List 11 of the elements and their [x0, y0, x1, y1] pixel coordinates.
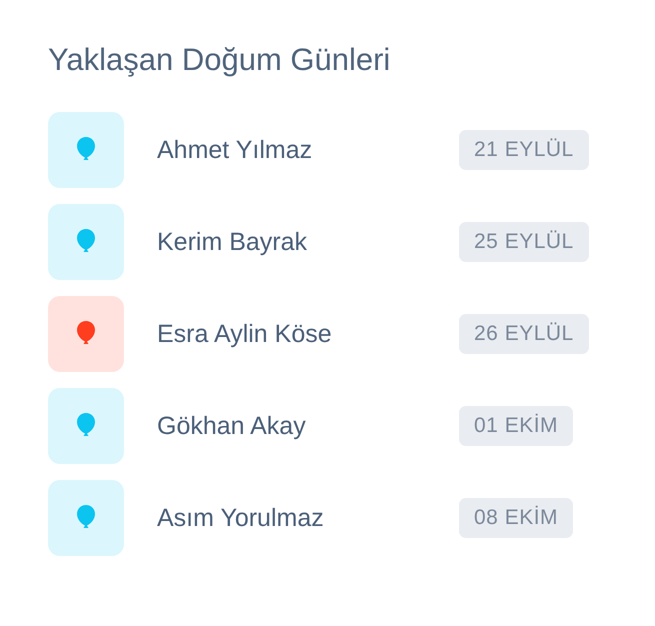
person-name: Kerim Bayrak: [157, 228, 308, 256]
section-title: Yaklaşan Doğum Günleri: [48, 41, 392, 79]
date-badge: 26 EYLÜL: [459, 314, 589, 354]
date-badge: 01 EKİM: [459, 406, 574, 446]
person-name: Ahmet Yılmaz: [157, 136, 314, 164]
date-badge: 08 EKİM: [459, 498, 574, 538]
person-name: Esra Aylin Köse: [157, 320, 333, 348]
person-name: Asım Yorulmaz: [157, 504, 325, 532]
person-name: Gökhan Akay: [157, 412, 307, 440]
date-badge: 21 EYLÜL: [459, 130, 589, 170]
date-badge: 25 EYLÜL: [459, 222, 589, 262]
